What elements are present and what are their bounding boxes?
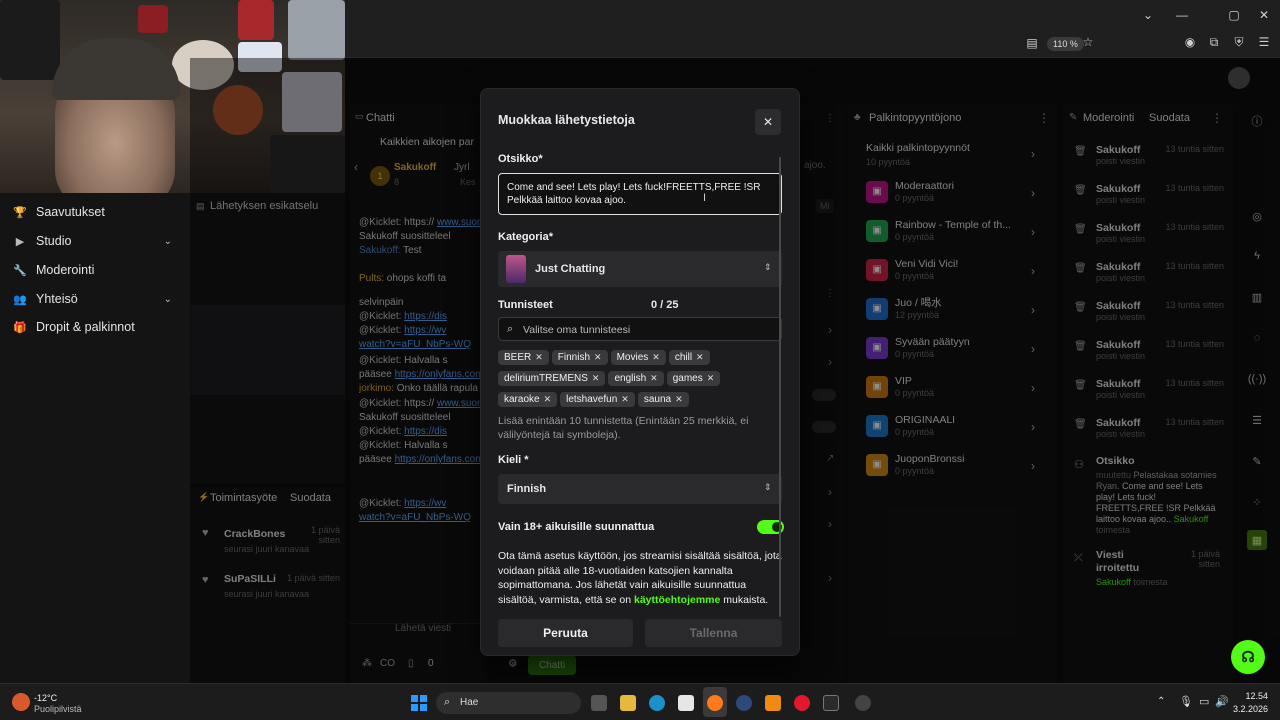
tag-chip[interactable]: Movies ✕ (610, 350, 666, 365)
terminal-icon[interactable] (823, 695, 839, 711)
cancel-button[interactable]: Peruuta (498, 619, 633, 647)
menu-icon[interactable]: ☰ (1256, 35, 1272, 49)
close-icon[interactable]: ✕ (755, 109, 781, 135)
shield-icon[interactable]: ⛨ (1231, 35, 1247, 49)
chevron-updown-icon: ⇕ (764, 262, 772, 272)
close-icon[interactable]: ✕ (675, 394, 683, 405)
save-button[interactable]: Tallenna (645, 619, 782, 647)
extensions-icon[interactable]: ⧉ (1206, 35, 1222, 49)
task-view-icon[interactable] (591, 695, 607, 711)
text-cursor-icon: I (703, 192, 707, 204)
category-value: Just Chatting (535, 263, 606, 275)
tags-search-input[interactable]: ⌕ Valitse oma tunnisteesi (498, 317, 782, 341)
search-label: Hae (460, 697, 479, 708)
left-sidebar: 🏆 Saavutukset ▶ Studio ⌄ 🔧 Moderointi 👥 Yhte… (0, 193, 190, 683)
close-icon[interactable]: ✕ (621, 394, 629, 405)
sidebar-item-community[interactable]: 👥 Yhteisö (13, 292, 78, 306)
clock-time: 12.54 (1245, 691, 1268, 701)
video-icon: ▶ (15, 235, 25, 248)
opera-icon[interactable] (794, 695, 810, 711)
title-label: Otsikko* (498, 153, 543, 165)
adult-description: Ota tämä asetus käyttöön, jos streamisi … (498, 550, 782, 606)
modal-title: Muokkaa lähetystietoja (498, 113, 635, 127)
app-icon[interactable] (855, 695, 871, 711)
search-icon: ⌕ (507, 323, 514, 335)
tags-hint: Lisää enintään 10 tunnistetta (Enintään … (498, 415, 749, 441)
search-icon: ⌕ (444, 696, 451, 708)
category-label: Kategoria* (498, 231, 554, 243)
account-icon[interactable]: ◉ (1182, 35, 1198, 49)
close-icon[interactable]: ✕ (592, 373, 600, 384)
reader-view-icon[interactable]: ▤ (1024, 36, 1040, 50)
sidebar-item-moderation[interactable]: 🔧 Moderointi (13, 263, 94, 277)
tag-chip[interactable]: letshavefun ✕ (560, 392, 635, 407)
microphone-icon[interactable]: 🎙 (1179, 695, 1193, 708)
sidebar-item-achievements[interactable]: 🏆 Saavutukset (13, 205, 105, 219)
store-icon[interactable] (678, 695, 694, 711)
tag-chip[interactable]: BEER ✕ (498, 350, 549, 365)
tag-chip[interactable]: deliriumTREMENS ✕ (498, 371, 606, 386)
tag-chip[interactable]: english ✕ (608, 371, 664, 386)
category-thumbnail (506, 255, 526, 283)
vlc-icon[interactable] (765, 695, 781, 711)
adult-label: Vain 18+ aikuisille suunnattua (498, 521, 655, 533)
chevron-down-icon[interactable]: ⌄ (164, 294, 172, 305)
close-window-icon[interactable]: ✕ (1256, 8, 1272, 22)
edge-icon[interactable] (649, 695, 665, 711)
tag-chip[interactable]: Finnish ✕ (551, 350, 608, 365)
wrench-icon: 🔧 (13, 264, 27, 277)
language-value: Finnish (507, 483, 547, 495)
weather-temp: -12°C (34, 693, 58, 703)
start-icon[interactable] (411, 695, 427, 711)
close-icon[interactable]: ✕ (535, 352, 543, 363)
minimize-icon[interactable]: — (1174, 8, 1190, 22)
modal-scrollbar[interactable] (779, 157, 781, 617)
chevron-down-icon[interactable]: ⌄ (164, 236, 172, 247)
steam-icon[interactable] (736, 695, 752, 711)
tags-label: Tunnisteet (498, 299, 553, 311)
network-icon[interactable]: ▭ (1199, 695, 1209, 708)
terms-link[interactable]: käyttöehtojemme (634, 594, 720, 606)
close-icon[interactable]: ✕ (652, 352, 660, 363)
file-explorer-icon[interactable] (620, 695, 636, 711)
gift-icon: 🎁 (13, 321, 27, 334)
tag-chip[interactable]: chill ✕ (668, 350, 710, 365)
edit-stream-info-modal: Muokkaa lähetystietoja ✕ Otsikko* Come a… (480, 88, 800, 656)
trophy-icon: 🏆 (13, 206, 27, 219)
sidebar-item-studio[interactable]: ▶ Studio (14, 234, 72, 248)
maximize-icon[interactable]: ▢ (1226, 8, 1242, 22)
close-icon[interactable]: ✕ (544, 394, 552, 405)
language-select[interactable]: Finnish ⇕ (498, 474, 782, 504)
chevron-down-icon[interactable]: ⌄ (1140, 8, 1156, 22)
tag-chip[interactable]: sauna ✕ (637, 392, 689, 407)
category-select[interactable]: Just Chatting ⇕ (498, 251, 782, 287)
chevron-updown-icon: ⇕ (764, 482, 772, 492)
close-icon[interactable]: ✕ (650, 373, 658, 384)
support-chat-button[interactable]: ☊ (1231, 640, 1265, 674)
people-icon: 👥 (13, 293, 27, 306)
weather-icon[interactable] (12, 693, 30, 711)
stream-title-input[interactable]: Come and see! Lets play! Lets fuck!FREET… (498, 173, 782, 215)
clock-date: 3.2.2026 (1232, 704, 1268, 714)
close-icon[interactable]: ✕ (594, 352, 602, 363)
sidebar-item-drops[interactable]: 🎁 Dropit & palkinnot (13, 320, 135, 334)
tag-chip[interactable]: karaoke ✕ (498, 392, 558, 407)
tags-counter: 0 / 25 (651, 299, 679, 311)
firefox-icon[interactable] (707, 695, 723, 711)
close-icon[interactable]: ✕ (707, 373, 715, 384)
close-icon[interactable]: ✕ (696, 352, 704, 363)
tags-placeholder: Valitse oma tunnisteesi (523, 324, 631, 336)
zoom-level[interactable]: 110 % (1047, 37, 1084, 51)
tag-list: BEER ✕ Finnish ✕ Movies ✕ chill ✕ deliriumTREMEN… (498, 349, 782, 412)
weather-desc: Puolipilvistä (34, 704, 82, 714)
bookmark-star-icon[interactable]: ☆ (1080, 35, 1096, 49)
taskbar-search[interactable]: ⌕ Hae (436, 692, 581, 714)
windows-taskbar: -12°C Puolipilvistä ⌕ Hae ⌃ 🎙 ▭ 🔊 12.54 … (0, 683, 1280, 720)
chevron-up-icon[interactable]: ⌃ (1157, 696, 1165, 707)
language-label: Kieli * (498, 454, 529, 466)
tag-chip[interactable]: games ✕ (666, 371, 721, 386)
